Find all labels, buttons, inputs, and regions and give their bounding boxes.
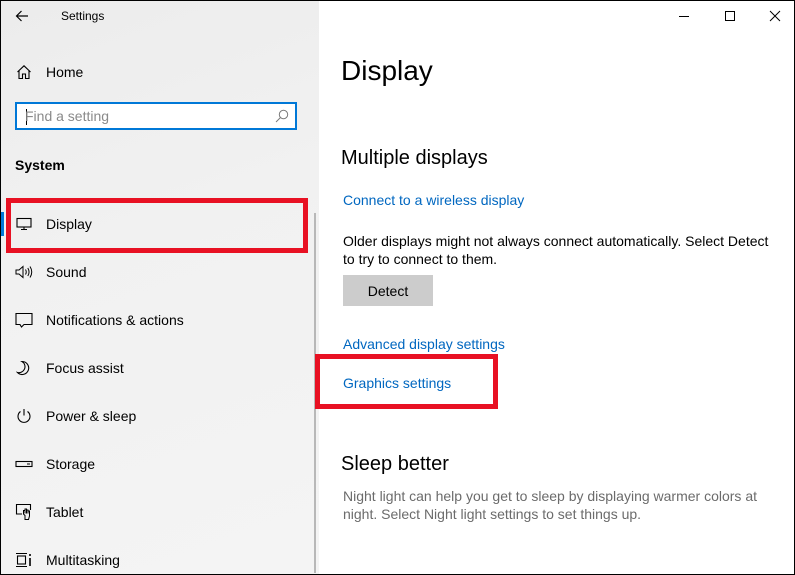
- close-icon: [769, 10, 781, 22]
- monitor-icon: [15, 215, 33, 233]
- nav-home-label: Home: [46, 64, 84, 80]
- search-input[interactable]: [25, 107, 265, 125]
- sidebar-item-multitasking[interactable]: Multitasking: [1, 540, 301, 574]
- sidebar-item-notifications[interactable]: Notifications & actions: [1, 300, 301, 340]
- sidebar-item-display[interactable]: Display: [1, 204, 301, 244]
- sidebar-scrollbar[interactable]: [314, 213, 316, 573]
- sidebar-item-label: Display: [46, 216, 92, 232]
- close-button[interactable]: [752, 1, 794, 31]
- sidebar-item-tablet[interactable]: Tablet: [1, 492, 301, 532]
- sleep-better-description: Night light can help you get to sleep by…: [343, 488, 757, 522]
- advanced-display-settings-link[interactable]: Advanced display settings: [343, 336, 505, 352]
- sidebar-item-power-sleep[interactable]: Power & sleep: [1, 396, 301, 436]
- app-title: Settings: [61, 9, 105, 23]
- sidebar-item-label: Sound: [46, 264, 87, 280]
- maximize-icon: [725, 11, 735, 21]
- section-header-system: System: [15, 157, 65, 173]
- page-title: Display: [341, 55, 433, 86]
- maximize-button[interactable]: [707, 1, 753, 31]
- detect-button[interactable]: Detect: [343, 275, 433, 306]
- minimize-button[interactable]: [661, 1, 707, 31]
- sidebar-item-focus-assist[interactable]: Focus assist: [1, 348, 301, 388]
- multitasking-icon: [15, 551, 33, 569]
- nav-home[interactable]: Home: [1, 57, 301, 87]
- section-heading-multiple-displays: Multiple displays: [341, 147, 488, 169]
- multiple-displays-description: Older displays might not always connect …: [343, 233, 769, 267]
- main-content: Display Multiple displays Connect to a w…: [319, 1, 794, 574]
- sidebar-item-label: Focus assist: [46, 360, 124, 376]
- sidebar-item-label: Power & sleep: [46, 408, 137, 424]
- search-icon[interactable]: [275, 109, 289, 123]
- sidebar: Settings Home System: [1, 1, 319, 574]
- connect-wireless-display-link[interactable]: Connect to a wireless display: [343, 192, 524, 208]
- search-box[interactable]: [15, 102, 297, 130]
- sidebar-item-sound[interactable]: Sound: [1, 252, 301, 292]
- storage-icon: [15, 455, 33, 473]
- back-button[interactable]: [11, 5, 33, 27]
- tablet-icon: [15, 503, 33, 521]
- speaker-icon: [15, 263, 33, 281]
- power-icon: [15, 407, 33, 425]
- settings-window: Settings Home System: [0, 0, 795, 575]
- home-icon: [15, 63, 33, 81]
- moon-icon: [15, 359, 33, 377]
- sidebar-item-label: Multitasking: [46, 552, 120, 568]
- graphics-settings-link[interactable]: Graphics settings: [343, 375, 451, 391]
- section-heading-sleep-better: Sleep better: [341, 453, 449, 475]
- sidebar-item-storage[interactable]: Storage: [1, 444, 301, 484]
- sidebar-item-label: Storage: [46, 456, 96, 472]
- sidebar-item-label: Notifications & actions: [46, 312, 184, 328]
- minimize-icon: [679, 16, 689, 17]
- back-arrow-icon: [15, 10, 28, 22]
- sidebar-item-label: Tablet: [46, 504, 84, 520]
- notification-icon: [15, 311, 33, 329]
